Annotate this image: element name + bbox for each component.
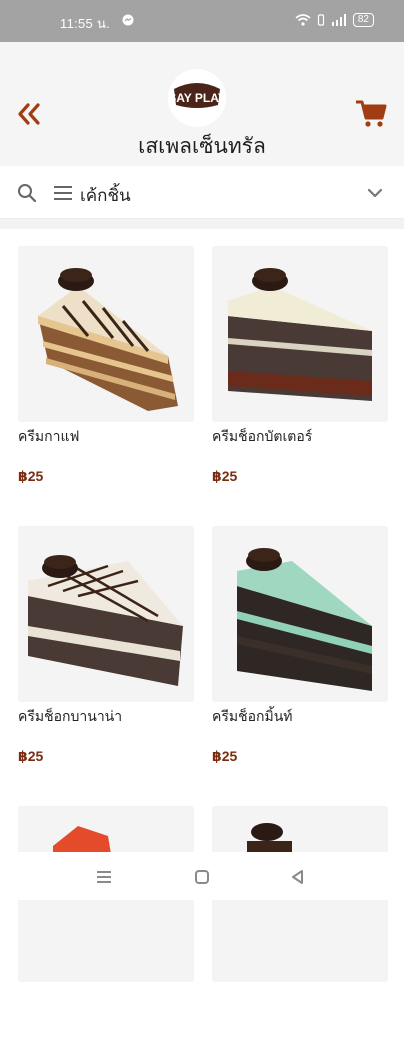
- product-price: ฿25: [212, 748, 238, 764]
- product-card[interactable]: ครีมช็อกบานาน่า ฿25: [18, 526, 194, 768]
- product-card[interactable]: ครีมกาแฟ ฿25: [18, 246, 194, 488]
- section-divider: [0, 219, 404, 229]
- search-icon[interactable]: [17, 183, 37, 203]
- battery-icon: 82: [352, 13, 374, 27]
- status-bar: 11:55 น. 82: [0, 0, 404, 42]
- app-header: SAY PLAY เสเพลเซ็นทรัล: [0, 42, 404, 166]
- double-chevron-left-icon[interactable]: [16, 102, 44, 126]
- status-time: 11:55 น.: [60, 16, 111, 31]
- store-logo: SAY PLAY: [168, 69, 226, 127]
- chevron-down-icon[interactable]: [366, 184, 384, 202]
- signal-icon: [331, 14, 346, 26]
- product-card[interactable]: [18, 806, 194, 1048]
- product-card[interactable]: ครีมช็อกมิ้นท์ ฿25: [212, 526, 388, 768]
- product-name: ครีมช็อกมิ้นท์: [212, 708, 293, 724]
- status-icons: 82: [295, 13, 374, 27]
- svg-text:SAY PLAY: SAY PLAY: [168, 91, 226, 105]
- product-image: [212, 526, 388, 702]
- cart-icon[interactable]: [354, 96, 388, 130]
- category-selector[interactable]: เค้กชิ้น: [80, 182, 131, 209]
- product-image: [18, 246, 194, 422]
- product-price: ฿25: [18, 468, 44, 484]
- filter-bar: เค้กชิ้น: [0, 166, 404, 219]
- product-price: ฿25: [212, 468, 238, 484]
- menu-icon[interactable]: [54, 185, 72, 201]
- messenger-icon: [122, 14, 134, 26]
- home-icon[interactable]: [193, 868, 211, 886]
- product-card[interactable]: ครีมช็อกบัตเตอร์ ฿25: [212, 246, 388, 488]
- system-navigation-bar: [0, 852, 404, 900]
- product-price: ฿25: [18, 748, 44, 764]
- recent-apps-icon[interactable]: [95, 868, 113, 886]
- back-icon[interactable]: [289, 868, 307, 886]
- product-name: ครีมช็อกบัตเตอร์: [212, 428, 313, 444]
- product-name: ครีมกาแฟ: [18, 428, 80, 444]
- store-title: เสเพลเซ็นทรัล: [138, 135, 266, 158]
- product-image: [212, 246, 388, 422]
- product-card[interactable]: [212, 806, 388, 1048]
- product-name: ครีมช็อกบานาน่า: [18, 708, 123, 724]
- product-image: [18, 526, 194, 702]
- vibrate-icon: [317, 14, 324, 26]
- product-grid: ครีมกาแฟ ฿25 ครีมช็อกบัตเตอร์ ฿25 ครีมช็…: [18, 246, 388, 1048]
- wifi-icon: [295, 14, 311, 26]
